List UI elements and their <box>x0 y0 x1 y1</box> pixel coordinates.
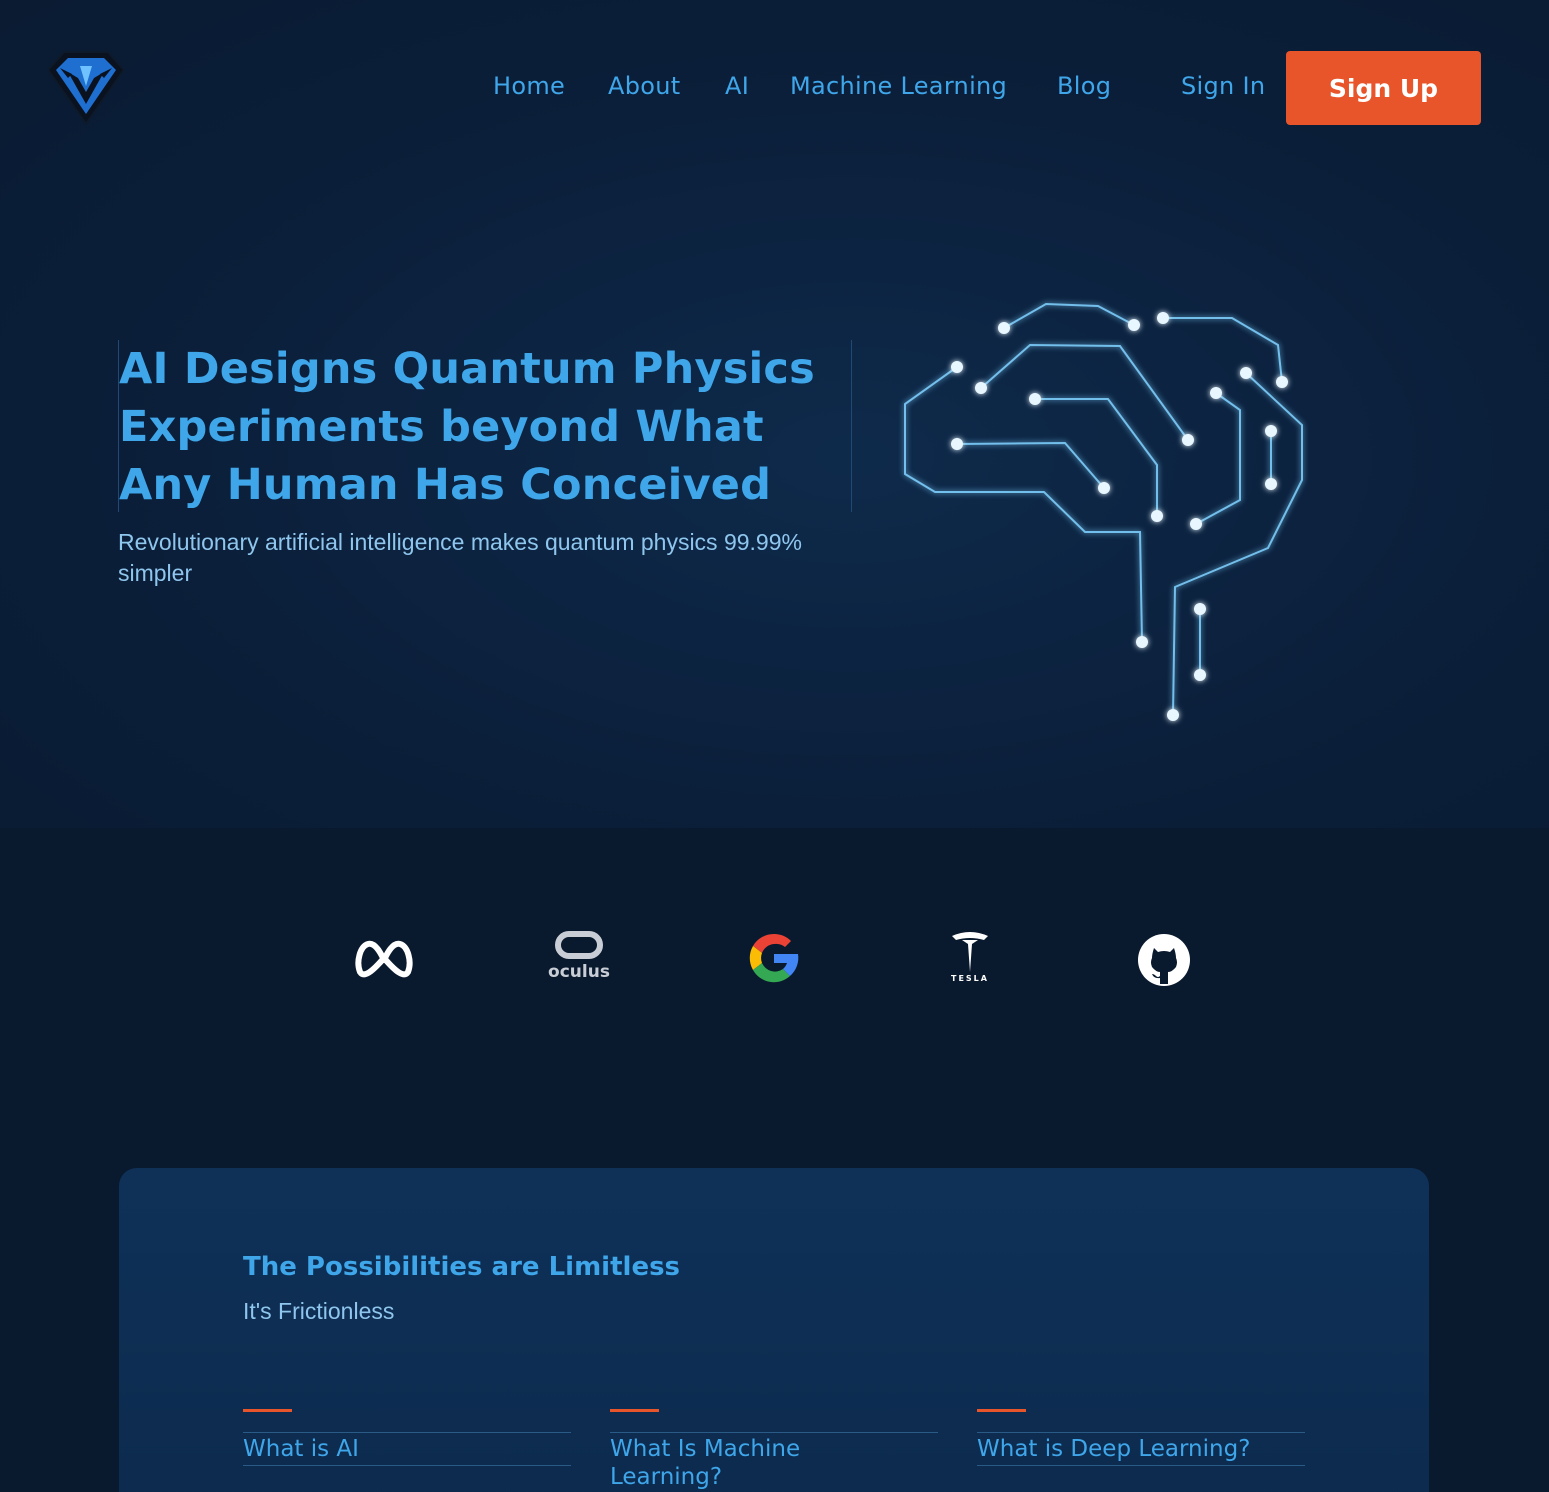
tesla-wordmark: TESLA <box>951 974 989 983</box>
hero-title-frame: AI Designs Quantum Physics Experiments b… <box>118 340 852 512</box>
accent-bar <box>610 1409 659 1412</box>
sign-up-button[interactable]: Sign Up <box>1286 51 1481 125</box>
feature-what-is-ai: What is AI <box>243 1409 571 1466</box>
feature-what-is-machine-learning: What Is Machine Learning? <box>610 1409 938 1491</box>
google-logo-icon <box>746 928 810 988</box>
feature-what-is-deep-learning: What is Deep Learning? <box>977 1409 1305 1466</box>
accent-bar <box>977 1409 1026 1412</box>
circuit-brain-illustration <box>880 290 1320 730</box>
hero-subtitle: Revolutionary artificial intelligence ma… <box>118 529 802 586</box>
nav-ai-link[interactable]: AI <box>725 72 749 100</box>
features-title: The Possibilities are Limitless <box>243 1252 681 1282</box>
oculus-wordmark: oculus <box>548 962 610 982</box>
github-logo-icon <box>1136 928 1200 988</box>
features-subtitle: It's Frictionless <box>243 1298 395 1324</box>
feature-title-link[interactable]: What is Deep Learning? <box>977 1433 1305 1466</box>
feature-title-link[interactable]: What is AI <box>243 1433 571 1466</box>
oculus-logo-icon: oculus <box>546 928 612 988</box>
meta-logo-icon <box>352 928 416 988</box>
accent-bar <box>243 1409 292 1412</box>
feature-title-link[interactable]: What Is Machine Learning? <box>610 1433 850 1491</box>
nav-blog-link[interactable]: Blog <box>1057 72 1111 100</box>
nav-machine-learning-link[interactable]: Machine Learning <box>790 72 1007 100</box>
features-card: The Possibilities are Limitless It's Fri… <box>119 1168 1429 1492</box>
hero-title: AI Designs Quantum Physics Experiments b… <box>119 344 815 510</box>
nav-about-link[interactable]: About <box>608 72 680 100</box>
tesla-logo-icon: TESLA <box>938 928 1002 988</box>
sign-in-link[interactable]: Sign In <box>1181 72 1265 100</box>
nav-home-link[interactable]: Home <box>493 72 565 100</box>
